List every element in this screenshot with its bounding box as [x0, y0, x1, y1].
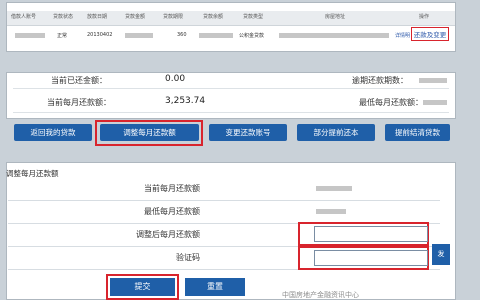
loan-term-cell: 360 — [177, 32, 187, 38]
adjusted-amount-input[interactable] — [314, 226, 428, 242]
col-loan-amount: 贷款金额 — [125, 14, 146, 20]
redacted-address — [279, 33, 389, 38]
loan-status-cell: 正常 — [57, 33, 68, 39]
repay-and-change-button[interactable]: 还款及变更 — [411, 27, 449, 41]
redacted-account — [15, 33, 45, 38]
repaid-amount-label: 当前已还金额： — [51, 76, 107, 85]
loan-date-cell: 20130402 — [87, 32, 113, 38]
partial-prepay-button[interactable]: 部分提前还本 — [297, 124, 375, 141]
min-monthly-label: 最低每月还款额： — [359, 98, 423, 107]
send-code-button[interactable]: 发 — [432, 244, 450, 265]
overdue-periods-label: 逾期还款期数： — [352, 76, 408, 85]
captcha-row-label: 验证码 — [176, 253, 200, 262]
loan-table-panel: 借款人账号 贷款状态 放款日期 贷款金额 贷款期限 贷款余额 贷款类型 房屋地址… — [6, 2, 456, 52]
reset-button[interactable]: 重置 — [185, 278, 245, 296]
current-monthly-row: 当前每月还款额 — [8, 177, 440, 201]
summary-divider-2 — [13, 112, 449, 113]
col-borrower-account: 借款人账号 — [11, 14, 37, 20]
loan-table-header: 借款人账号 贷款状态 放款日期 贷款金额 贷款期限 贷款余额 贷款类型 房屋地址… — [7, 11, 455, 26]
current-monthly-value: 3,253.74 — [165, 96, 206, 106]
watermark: 中国房地产金融资讯中心 — [282, 291, 359, 299]
back-to-my-loans-button[interactable]: 返回我的贷款 — [14, 124, 92, 141]
col-operation: 操作 — [419, 14, 430, 20]
adjust-button-highlight — [95, 120, 203, 146]
detail-link[interactable]: 详情 — [395, 32, 405, 39]
other-link[interactable]: 明 — [405, 32, 410, 39]
col-house-address: 房屋地址 — [325, 14, 346, 20]
redacted-min-monthly — [423, 100, 447, 105]
redacted-current-value — [316, 186, 352, 191]
loan-type-cell: 公积金贷款 — [239, 33, 265, 39]
col-loan-status: 贷款状态 — [53, 14, 74, 20]
loan-summary-panel: 当前已还金额： 0.00 逾期还款期数： 当前每月还款额： 3,253.74 最… — [6, 72, 456, 119]
min-monthly-row: 最低每月还款额 — [8, 200, 440, 224]
current-monthly-row-label: 当前每月还款额 — [144, 184, 200, 193]
redacted-balance — [199, 33, 233, 38]
adjusted-monthly-row-label: 调整后每月还款额 — [136, 230, 200, 239]
redacted-overdue — [419, 78, 447, 83]
col-loan-date: 放款日期 — [87, 14, 108, 20]
captcha-input[interactable] — [314, 250, 428, 266]
submit-button[interactable]: 提交 — [110, 278, 175, 296]
full-prepay-button[interactable]: 提前结清贷款 — [385, 124, 450, 141]
col-loan-balance: 贷款余额 — [203, 14, 224, 20]
repaid-amount-value: 0.00 — [165, 74, 186, 84]
col-loan-type: 贷款类型 — [243, 14, 264, 20]
col-loan-term: 贷款期限 — [163, 14, 184, 20]
redacted-amount — [125, 33, 153, 38]
redacted-min-value — [316, 209, 346, 214]
summary-divider — [13, 88, 449, 89]
min-monthly-row-label: 最低每月还款额 — [144, 207, 200, 216]
current-monthly-label: 当前每月还款额： — [47, 98, 111, 107]
change-account-button[interactable]: 变更还款账号 — [209, 124, 287, 141]
